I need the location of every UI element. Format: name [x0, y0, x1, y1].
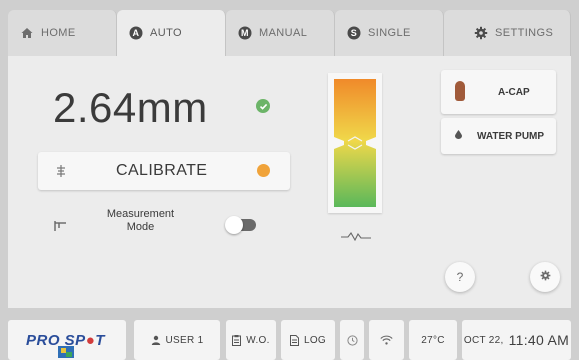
tab-auto[interactable]: A AUTO — [117, 10, 226, 56]
calibrate-label: CALIBRATE — [116, 162, 208, 179]
a-cap-button[interactable]: A-CAP — [441, 70, 556, 114]
tab-settings-label: SETTINGS — [495, 27, 554, 39]
tab-single-label: SINGLE — [368, 27, 411, 39]
help-button[interactable]: ? — [445, 262, 475, 292]
calibrate-button[interactable]: CALIBRATE — [38, 152, 290, 190]
tab-settings[interactable]: SETTINGS — [444, 10, 571, 56]
tab-home[interactable]: HOME — [8, 10, 117, 56]
gauge-bar — [334, 79, 376, 207]
document-icon — [289, 334, 299, 346]
measurement-value: 2.64mm — [53, 84, 208, 131]
measurement-mode-toggle[interactable] — [225, 216, 256, 234]
user-label: USER 1 — [165, 334, 204, 346]
tab-manual[interactable]: M MANUAL — [226, 10, 335, 56]
svg-text:A: A — [133, 28, 140, 38]
auto-panel: 2.64mm CALIBRATE Measurement Mode A-CAP … — [8, 56, 571, 308]
toggle-knob — [225, 216, 243, 234]
electrode-icon — [53, 219, 67, 237]
check-circle-icon — [256, 99, 270, 113]
log-label: LOG — [303, 334, 327, 346]
tab-manual-label: MANUAL — [259, 27, 308, 39]
time-label: 11:40 AM — [508, 332, 570, 348]
measurement-mode-label: Measurement Mode — [103, 208, 178, 234]
tab-home-label: HOME — [41, 27, 76, 39]
work-order-label: W.O. — [246, 334, 270, 346]
clock-button[interactable] — [340, 320, 364, 360]
brand-emblem-icon — [58, 346, 74, 358]
svg-text:S: S — [351, 28, 357, 38]
a-cap-label: A-CAP — [498, 87, 530, 98]
brand-logo: PRO SP●T — [8, 320, 126, 360]
measurement-mode-label-line1: Measurement — [106, 208, 175, 220]
waveform-icon — [341, 228, 371, 246]
single-s-icon: S — [347, 26, 361, 40]
water-pump-button[interactable]: WATER PUMP — [441, 118, 556, 154]
status-bar: PRO SP●T USER 1 W.O. LOG 27°C OCT 22, 11… — [8, 320, 571, 360]
date-time-readout: OCT 22, 11:40 AM — [462, 320, 571, 360]
date-label: OCT 22, — [463, 334, 504, 346]
calibrate-icon — [54, 164, 68, 183]
water-pump-label: WATER PUMP — [477, 131, 545, 142]
gauge — [328, 73, 382, 213]
gear-icon — [540, 270, 551, 284]
capsule-icon — [455, 81, 465, 101]
tab-bar: HOME A AUTO M MANUAL S SINGLE SETTINGS — [8, 10, 571, 56]
auto-a-icon: A — [129, 26, 143, 40]
svg-text:M: M — [241, 28, 249, 38]
settings-button[interactable] — [530, 262, 560, 292]
warning-dot-icon — [257, 164, 270, 177]
clipboard-icon — [232, 334, 242, 346]
clock-icon — [346, 334, 358, 346]
tab-auto-label: AUTO — [150, 27, 182, 39]
user-icon — [151, 335, 161, 345]
temperature-readout: 27°C — [409, 320, 457, 360]
help-label: ? — [456, 270, 464, 284]
wifi-icon — [380, 335, 393, 345]
wifi-button[interactable] — [369, 320, 404, 360]
temperature-label: 27°C — [421, 334, 445, 346]
manual-m-icon: M — [238, 26, 252, 40]
tab-single[interactable]: S SINGLE — [335, 10, 444, 56]
home-icon — [20, 26, 34, 40]
user-button[interactable]: USER 1 — [134, 320, 220, 360]
measurement-mode-label-line2: Mode — [126, 221, 155, 233]
work-order-button[interactable]: W.O. — [226, 320, 276, 360]
water-drop-icon — [455, 130, 462, 142]
log-button[interactable]: LOG — [281, 320, 335, 360]
gear-icon — [474, 26, 488, 40]
